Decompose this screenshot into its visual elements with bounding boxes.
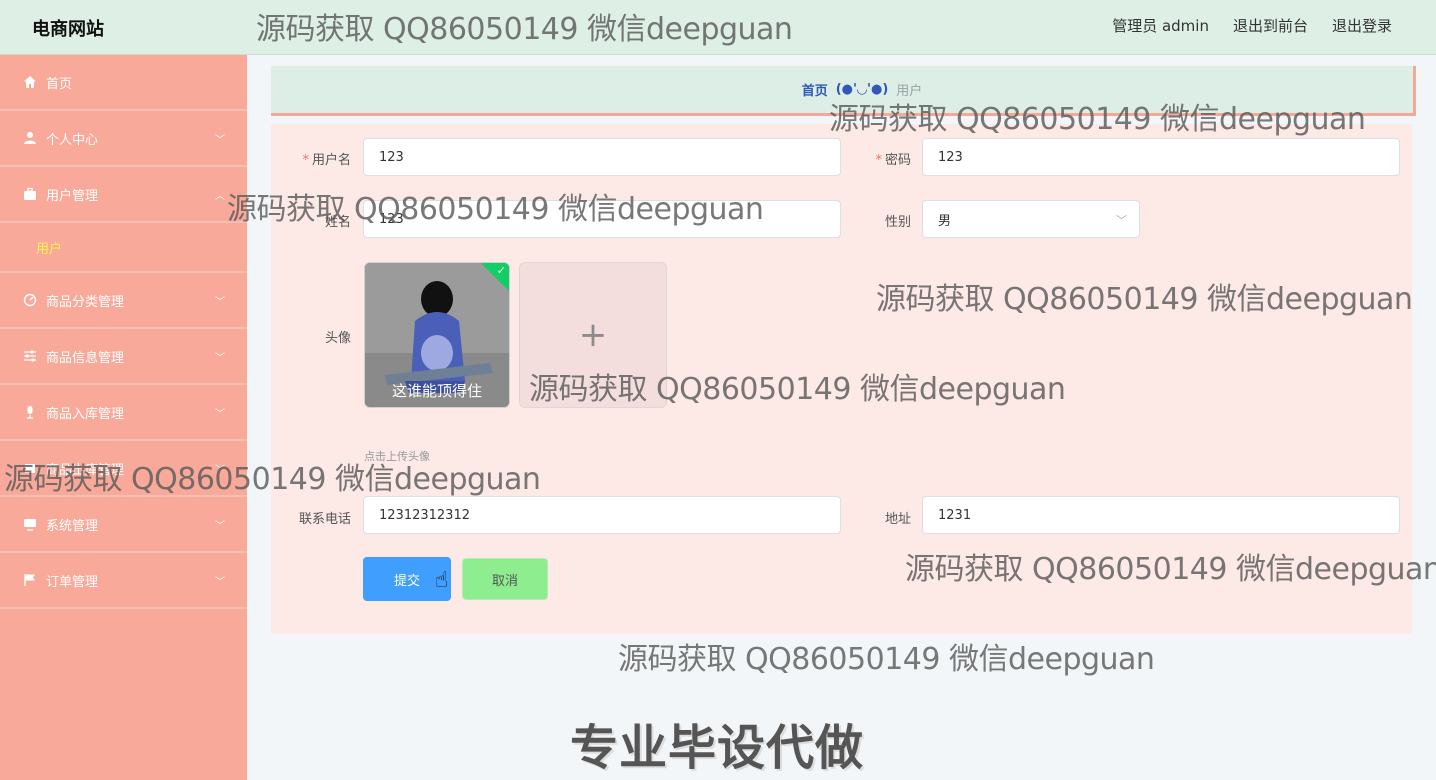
user-icon — [22, 130, 38, 146]
sidebar-item-label: 系统管理 — [46, 518, 99, 534]
avatar-caption: 这谁能顶得住 — [391, 382, 482, 400]
chevron-up-icon: ︿ — [215, 191, 225, 202]
watermark-text: 源码获取 QQ86050149 微信deepguan — [529, 372, 1066, 407]
phone-input[interactable]: 12312312312 — [363, 496, 841, 534]
phone-label: 联系电话 — [298, 512, 351, 527]
cancel-button[interactable]: 取消 — [462, 558, 548, 600]
address-label: 地址 — [884, 512, 911, 527]
sidebar-subitem-user[interactable]: 用户 — [0, 223, 247, 273]
sidebar-item-user-management[interactable]: 用户管理 ︿ — [0, 167, 247, 223]
hand-cursor-icon: ☝ — [435, 568, 449, 593]
username-label: * 用户名 — [302, 153, 351, 168]
chevron-down-icon: ﹀ — [215, 353, 225, 364]
sidebar-item-label: 个人中心 — [46, 132, 99, 148]
flag-icon — [22, 572, 38, 588]
sidebar-item-label: 商品分类管理 — [46, 294, 125, 310]
chevron-down-icon: ﹀ — [215, 521, 225, 532]
watermark-text: 源码获取 QQ86050149 微信deepguan — [256, 12, 793, 47]
avatar-label: 头像 — [324, 331, 351, 346]
password-input[interactable]: 123 — [922, 138, 1400, 176]
sidebar-item-label: 订单管理 — [46, 574, 99, 590]
sidebar-item-label: 首页 — [46, 76, 73, 92]
password-label: * 密码 — [875, 153, 911, 168]
watermark-text: 源码获取 QQ86050149 微信deepguan — [829, 102, 1366, 137]
watermark-text: 源码获取 QQ86050149 微信deepguan — [4, 462, 541, 497]
gender-select[interactable]: 男 ﹀ — [922, 200, 1140, 238]
chevron-down-icon: ﹀ — [1116, 214, 1127, 227]
watermark-text: 源码获取 QQ86050149 微信deepguan — [905, 552, 1436, 587]
address-input[interactable]: 1231 — [922, 496, 1400, 534]
sidebar-item-orders[interactable]: 订单管理 ﹀ — [0, 553, 247, 609]
chevron-down-icon: ﹀ — [215, 577, 225, 588]
site-brand: 电商网站 — [32, 19, 104, 40]
required-mark: * — [875, 153, 882, 168]
sidebar-item-product-info[interactable]: 商品信息管理 ﹀ — [0, 329, 247, 385]
username-input[interactable]: 123 — [363, 138, 841, 176]
home-icon — [22, 74, 38, 90]
gender-label: 性别 — [884, 215, 911, 230]
sidebar-item-label: 用户管理 — [46, 188, 99, 204]
sidebar-item-category-management[interactable]: 商品分类管理 ﹀ — [0, 273, 247, 329]
sidebar-item-home[interactable]: 首页 — [0, 55, 247, 111]
watermark-banner: 专业毕设代做 — [570, 720, 865, 776]
sidebar-item-label: 商品信息管理 — [46, 350, 125, 366]
required-mark: * — [302, 153, 309, 168]
chevron-down-icon: ﹀ — [215, 409, 225, 420]
watermark-text: 源码获取 QQ86050149 微信deepguan — [227, 192, 764, 227]
watermark-text: 源码获取 QQ86050149 微信deepguan — [876, 282, 1413, 317]
briefcase-icon — [22, 186, 38, 202]
breadcrumb-home[interactable]: 首页 — [802, 80, 828, 99]
plus-icon: + — [578, 315, 608, 355]
admin-label: 管理员 admin — [1112, 17, 1209, 35]
sidebar-item-stock-in[interactable]: 商品入库管理 ﹀ — [0, 385, 247, 441]
sidebar-menu: 首页 个人中心 ﹀ 用户管理 ︿ 用户 商品分类管理 ﹀ 商品信息管理 ﹀ 商品… — [0, 55, 247, 780]
chevron-down-icon: ﹀ — [215, 297, 225, 308]
mic-icon — [22, 404, 38, 420]
header-actions: 管理员 admin 退出到前台 退出登录 — [1112, 15, 1392, 36]
sidebar-item-label: 商品入库管理 — [46, 406, 125, 422]
dashboard-icon — [22, 292, 38, 308]
sliders-icon — [22, 348, 38, 364]
chevron-down-icon: ﹀ — [215, 135, 225, 146]
monitor-icon — [22, 516, 38, 532]
watermark-text: 源码获取 QQ86050149 微信deepguan — [618, 642, 1155, 677]
sidebar-item-profile[interactable]: 个人中心 ﹀ — [0, 111, 247, 167]
avatar-preview[interactable]: 这谁能顶得住 ✓ — [364, 262, 510, 408]
check-icon: ✓ — [496, 264, 506, 277]
logout-link[interactable]: 退出登录 — [1332, 15, 1392, 36]
gender-select-value: 男 — [938, 213, 952, 229]
exit-to-front-link[interactable]: 退出到前台 — [1233, 15, 1308, 36]
sidebar-item-system[interactable]: 系统管理 ﹀ — [0, 497, 247, 553]
